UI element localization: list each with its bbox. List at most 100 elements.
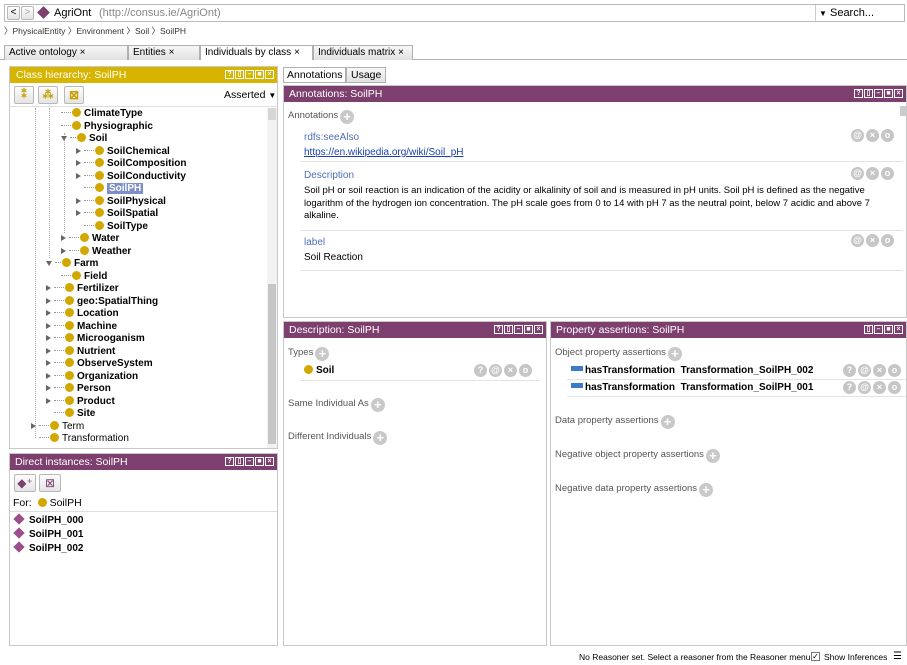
maximize-icon[interactable]: ■ [524,325,533,334]
tree-item[interactable]: SoilComposition [76,158,186,171]
add-object-property-icon[interactable]: + [667,347,682,361]
expand-icon[interactable] [76,172,81,179]
expand-icon[interactable] [76,147,81,154]
log-icon[interactable]: ☰ [893,649,902,665]
add-annotation-icon[interactable]: + [340,110,355,124]
tree-item[interactable]: geo:SpatialThing [46,295,158,309]
tree-scrollbar[interactable] [267,108,277,448]
minimize-icon[interactable]: – [245,457,254,466]
add-individual-button[interactable]: ◆⁺ [14,474,36,492]
breadcrumb-item[interactable]: SoilPH [160,26,186,36]
window-controls[interactable]: ▯ – ■ × [864,325,903,334]
breadcrumb-item[interactable]: PhysicalEntity [13,26,66,36]
help-icon[interactable]: ? [225,457,234,466]
delete-icon[interactable]: × [873,364,886,377]
expand-icon[interactable] [46,347,51,354]
help-icon[interactable]: ? [843,381,856,394]
tab-individuals-by-class[interactable]: Individuals by class × [200,45,313,60]
list-item[interactable]: hasTransformation Transformation_SoilPH_… [571,382,813,393]
close-icon[interactable]: × [169,47,175,58]
add-subclass-button[interactable]: ⁑ [14,86,34,104]
close-icon[interactable]: × [80,47,86,58]
pin-icon[interactable]: ▯ [235,70,244,79]
tree-item[interactable]: Site [54,408,95,421]
expand-icon[interactable] [46,385,51,391]
tree-item[interactable]: Water [61,233,119,246]
tree-item[interactable]: Person [46,383,111,396]
edit-icon[interactable]: o [888,364,901,377]
expand-icon[interactable] [46,335,51,341]
delete-individual-button[interactable]: ⊠ [39,474,61,492]
expand-icon[interactable] [46,397,51,404]
list-item[interactable]: SoilPH_001 [12,527,83,540]
add-same-individual-icon[interactable]: + [370,398,385,412]
breadcrumb-item[interactable]: Environment [76,26,124,36]
expand-icon[interactable] [46,322,51,329]
tree-item[interactable]: Soil [61,133,107,146]
tree-item[interactable]: Weather [61,245,131,259]
tree-item[interactable]: Farm [46,258,98,271]
add-type-icon[interactable]: + [315,347,330,361]
maximize-icon[interactable]: ■ [255,457,264,466]
delete-icon[interactable]: × [866,129,879,142]
window-controls[interactable]: ? ▯ – ■ × [225,457,274,466]
pin-icon[interactable]: ▯ [864,89,873,98]
close-icon[interactable]: × [265,457,274,466]
close-icon[interactable]: × [534,325,543,334]
tree-item[interactable]: Physiographic [61,120,153,134]
add-negative-object-property-icon[interactable]: + [705,449,720,463]
edit-icon[interactable]: o [881,167,894,180]
minimize-icon[interactable]: – [874,89,883,98]
collapse-icon[interactable] [61,136,67,141]
maximize-icon[interactable]: ■ [884,325,893,334]
add-data-property-icon[interactable]: + [660,415,675,429]
delete-icon[interactable]: × [866,167,879,180]
window-controls[interactable]: ? ▯ – ■ × [854,89,903,98]
show-inferences-checkbox[interactable]: ✓ [811,652,820,661]
tree-item[interactable]: Nutrient [46,345,115,359]
maximize-icon[interactable]: ■ [884,89,893,98]
expand-icon[interactable] [46,310,51,316]
at-icon[interactable]: @ [858,381,871,394]
close-icon[interactable]: × [294,47,300,58]
help-icon[interactable]: ? [494,325,503,334]
add-sibling-button[interactable]: ⁂ [38,86,58,104]
window-controls[interactable]: ? ▯ – ■ × [494,325,543,334]
expand-icon[interactable] [46,285,51,291]
expand-icon[interactable] [76,160,81,166]
breadcrumb-item[interactable]: Soil [135,26,149,36]
expand-icon[interactable] [46,297,51,304]
tree-item[interactable]: Location [46,308,119,321]
back-button[interactable]: < [7,6,20,20]
help-icon[interactable]: ? [225,70,234,79]
tab-active-ontology[interactable]: Active ontology × [4,45,128,60]
search-dropdown[interactable]: ▼ Search... [815,5,905,21]
add-negative-data-property-icon[interactable]: + [699,483,714,497]
list-item[interactable]: hasTransformation Transformation_SoilPH_… [571,365,813,376]
edit-icon[interactable]: o [888,381,901,394]
close-icon[interactable]: × [398,47,404,58]
minimize-icon[interactable]: – [874,325,883,334]
tree-item[interactable]: ObserveSystem [46,358,153,371]
expand-icon[interactable] [76,210,81,216]
expand-icon[interactable] [31,422,36,429]
close-icon[interactable]: × [894,325,903,334]
tree-item[interactable]: Product [46,395,115,409]
close-icon[interactable]: × [265,70,274,79]
minimize-icon[interactable]: – [514,325,523,334]
list-item[interactable]: SoilPH_002 [12,541,83,554]
tree-item[interactable]: Transformation [39,433,129,446]
annotation-link[interactable]: https://en.wikipedia.org/wiki/Soil_pH [304,147,464,158]
expand-icon[interactable] [76,197,81,204]
at-icon[interactable]: @ [489,364,502,377]
tree-item[interactable]: SoilType [84,220,148,234]
close-icon[interactable]: × [894,89,903,98]
subtab-annotations[interactable]: Annotations [283,67,346,83]
expand-icon[interactable] [46,372,51,379]
delete-icon[interactable]: × [873,381,886,394]
tree-item[interactable]: Organization [46,370,138,384]
pin-icon[interactable]: ▯ [864,325,873,334]
window-controls[interactable]: ? ▯ – ■ × [225,70,274,79]
add-different-individual-icon[interactable]: + [373,431,388,445]
at-icon[interactable]: @ [851,129,864,142]
